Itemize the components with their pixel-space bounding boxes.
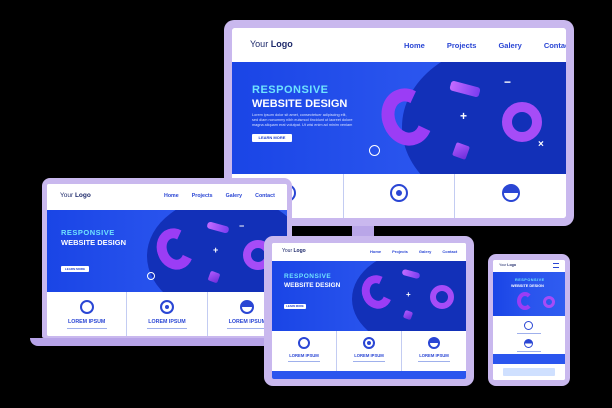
laptop-screen: Your Logo Home Projects Galery Contact R… xyxy=(47,184,287,336)
feature-title: LOREM IPSUM xyxy=(67,319,106,325)
hero-body-line1: Lorem ipsum dolor sit amet, consectetuer… xyxy=(252,113,347,117)
nav-galery[interactable]: Galery xyxy=(498,41,521,50)
laptop-feature: LOREM IPSUM xyxy=(47,292,128,336)
tablet-hero: RESPONSIVE WEBSITE DESIGN LEARN MORE + xyxy=(272,261,466,331)
phone-card xyxy=(503,368,555,376)
tablet-features: LOREM IPSUM LOREM IPSUM LOREM IPSUM xyxy=(272,331,466,371)
purple-donut-shape xyxy=(502,102,542,142)
laptop: Your Logo Home Projects Galery Contact R… xyxy=(42,178,292,338)
nav-home[interactable]: Home xyxy=(164,193,179,199)
learn-more-button[interactable]: LEARN MORE xyxy=(284,304,306,309)
feature-text-line xyxy=(517,351,541,352)
feature-lock-icon xyxy=(79,300,94,314)
feature-target-icon xyxy=(524,321,533,330)
hero-title-line2: WEBSITE DESIGN xyxy=(284,282,341,289)
desktop-feature xyxy=(455,174,566,218)
minus-icon: − xyxy=(504,75,512,89)
nav-galery[interactable]: Galery xyxy=(419,249,431,254)
nav-projects[interactable]: Projects xyxy=(192,193,213,199)
feature-title: LOREM IPSUM xyxy=(354,353,384,358)
tablet-header: Your Logo Home Projects Galery Contact xyxy=(272,243,466,261)
laptop-nav: Home Projects Galery Contact xyxy=(164,193,275,199)
feature-text-line xyxy=(288,361,320,362)
white-circle-outline xyxy=(147,272,155,280)
feature-target-icon xyxy=(390,184,408,202)
feature-half-circle-icon xyxy=(524,339,533,348)
hamburger-menu-icon[interactable] xyxy=(553,263,559,268)
feature-half-circle-icon xyxy=(240,300,255,314)
cross-icon: × xyxy=(538,139,544,150)
white-circle-outline xyxy=(369,145,380,156)
nav-home[interactable]: Home xyxy=(370,249,381,254)
nav-projects[interactable]: Projects xyxy=(392,249,408,254)
phone-features xyxy=(493,316,565,380)
hero-title-line2: WEBSITE DESIGN xyxy=(511,284,544,288)
phone-header: Your Logo xyxy=(493,260,565,272)
feature-text-line xyxy=(227,328,268,329)
feature-half-circle-icon xyxy=(501,184,520,202)
feature-title: LOREM IPSUM xyxy=(419,353,449,358)
plus-icon: + xyxy=(460,109,468,123)
purple-donut-shape xyxy=(543,296,555,308)
desktop-header: Your Logo Home Projects Galery Contact xyxy=(232,28,566,62)
laptop-features: LOREM IPSUM LOREM IPSUM LOREM IPSUM xyxy=(47,292,287,336)
feature-text-line xyxy=(66,328,107,329)
feature-text-line xyxy=(517,333,541,334)
laptop-logo[interactable]: Your Logo xyxy=(60,192,91,199)
hero-title-line2: WEBSITE DESIGN xyxy=(252,98,348,110)
tablet-feature: LOREM IPSUM xyxy=(402,331,466,371)
plus-icon: + xyxy=(213,245,219,255)
feature-text-line xyxy=(418,361,450,362)
tablet-footer-bar xyxy=(272,371,466,379)
hero-title-line1: RESPONSIVE xyxy=(284,273,332,280)
hero-title-line1: RESPONSIVE xyxy=(61,228,115,237)
hero-title-line1: RESPONSIVE xyxy=(252,84,329,96)
phone-blue-band xyxy=(493,354,565,364)
minus-icon: − xyxy=(239,221,245,231)
purple-c-shape xyxy=(517,292,533,310)
feature-target-icon xyxy=(363,337,375,349)
laptop-hero: RESPONSIVE WEBSITE DESIGN LEARN MORE + − xyxy=(47,210,287,292)
feature-half-circle-icon xyxy=(428,337,440,349)
desktop-nav: Home Projects Galery Contact xyxy=(404,41,566,50)
learn-more-button[interactable]: LEARN MORE xyxy=(252,134,292,142)
feature-title: LOREM IPSUM xyxy=(148,319,186,325)
feature-title: LOREM IPSUM xyxy=(289,353,319,358)
phone-hero: RESPONSIVE WEBSITE DESIGN xyxy=(493,272,565,316)
hero-body-line3: magna aliquam erat volutpat. Ut wisi eni… xyxy=(252,123,353,127)
nav-contact[interactable]: Contact xyxy=(544,41,566,50)
nav-home[interactable]: Home xyxy=(404,41,425,50)
hero-title-line1: RESPONSIVE xyxy=(515,278,545,282)
tablet-logo[interactable]: Your Logo xyxy=(282,248,306,254)
learn-more-button[interactable]: LEARN MORE xyxy=(61,266,89,272)
tablet: Your Logo Home Projects Galery Contact R… xyxy=(264,236,474,386)
phone: Your Logo RESPONSIVE WEBSITE DESIGN xyxy=(488,254,570,386)
tablet-feature: LOREM IPSUM xyxy=(272,331,337,371)
hero-body-line2: sed diam nonummy nibh euismod tincidunt … xyxy=(252,118,353,122)
feature-text-line xyxy=(353,361,385,362)
laptop-feature: LOREM IPSUM xyxy=(127,292,208,336)
tablet-screen: Your Logo Home Projects Galery Contact R… xyxy=(272,243,466,379)
feature-text-line xyxy=(146,328,187,329)
nav-galery[interactable]: Galery xyxy=(226,193,243,199)
laptop-base xyxy=(30,338,302,346)
desktop-logo[interactable]: Your Logo xyxy=(250,39,293,49)
hero-title-line2: WEBSITE DESIGN xyxy=(61,238,127,247)
nav-contact[interactable]: Contact xyxy=(442,249,457,254)
nav-contact[interactable]: Contact xyxy=(255,193,275,199)
desktop-feature xyxy=(344,174,456,218)
tablet-nav: Home Projects Galery Contact xyxy=(370,249,457,254)
feature-target-icon xyxy=(159,300,174,314)
laptop-header: Your Logo Home Projects Galery Contact xyxy=(47,184,287,210)
phone-logo[interactable]: Your Logo xyxy=(499,263,516,267)
nav-projects[interactable]: Projects xyxy=(447,41,477,50)
purple-donut-shape xyxy=(430,285,454,309)
desktop-hero: RESPONSIVE WEBSITE DESIGN Lorem ipsum do… xyxy=(232,62,566,174)
plus-icon: + xyxy=(406,290,411,299)
tablet-feature: LOREM IPSUM xyxy=(337,331,402,371)
feature-lock-icon xyxy=(298,337,310,349)
phone-screen: Your Logo RESPONSIVE WEBSITE DESIGN xyxy=(493,260,565,380)
